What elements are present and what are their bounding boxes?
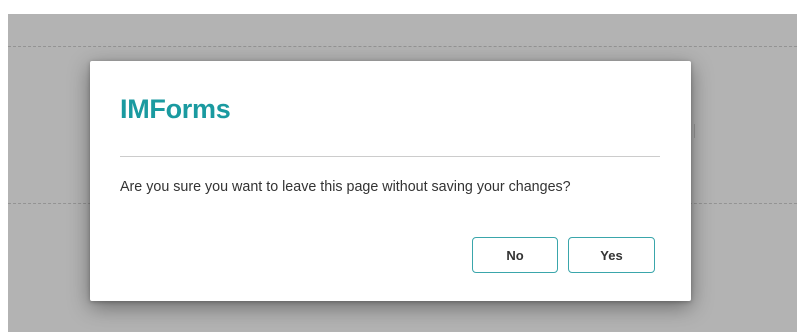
dialog-message: Are you sure you want to leave this page… [120,179,571,195]
background-dashed-divider-top [8,46,797,47]
dialog-divider [120,156,660,157]
leave-page-confirm-dialog: IMForms Are you sure you want to leave t… [90,61,691,301]
yes-button[interactable]: Yes [568,237,655,273]
no-button[interactable]: No [472,237,558,273]
dialog-title: IMForms [120,94,231,124]
background-text-cursor [694,124,695,138]
